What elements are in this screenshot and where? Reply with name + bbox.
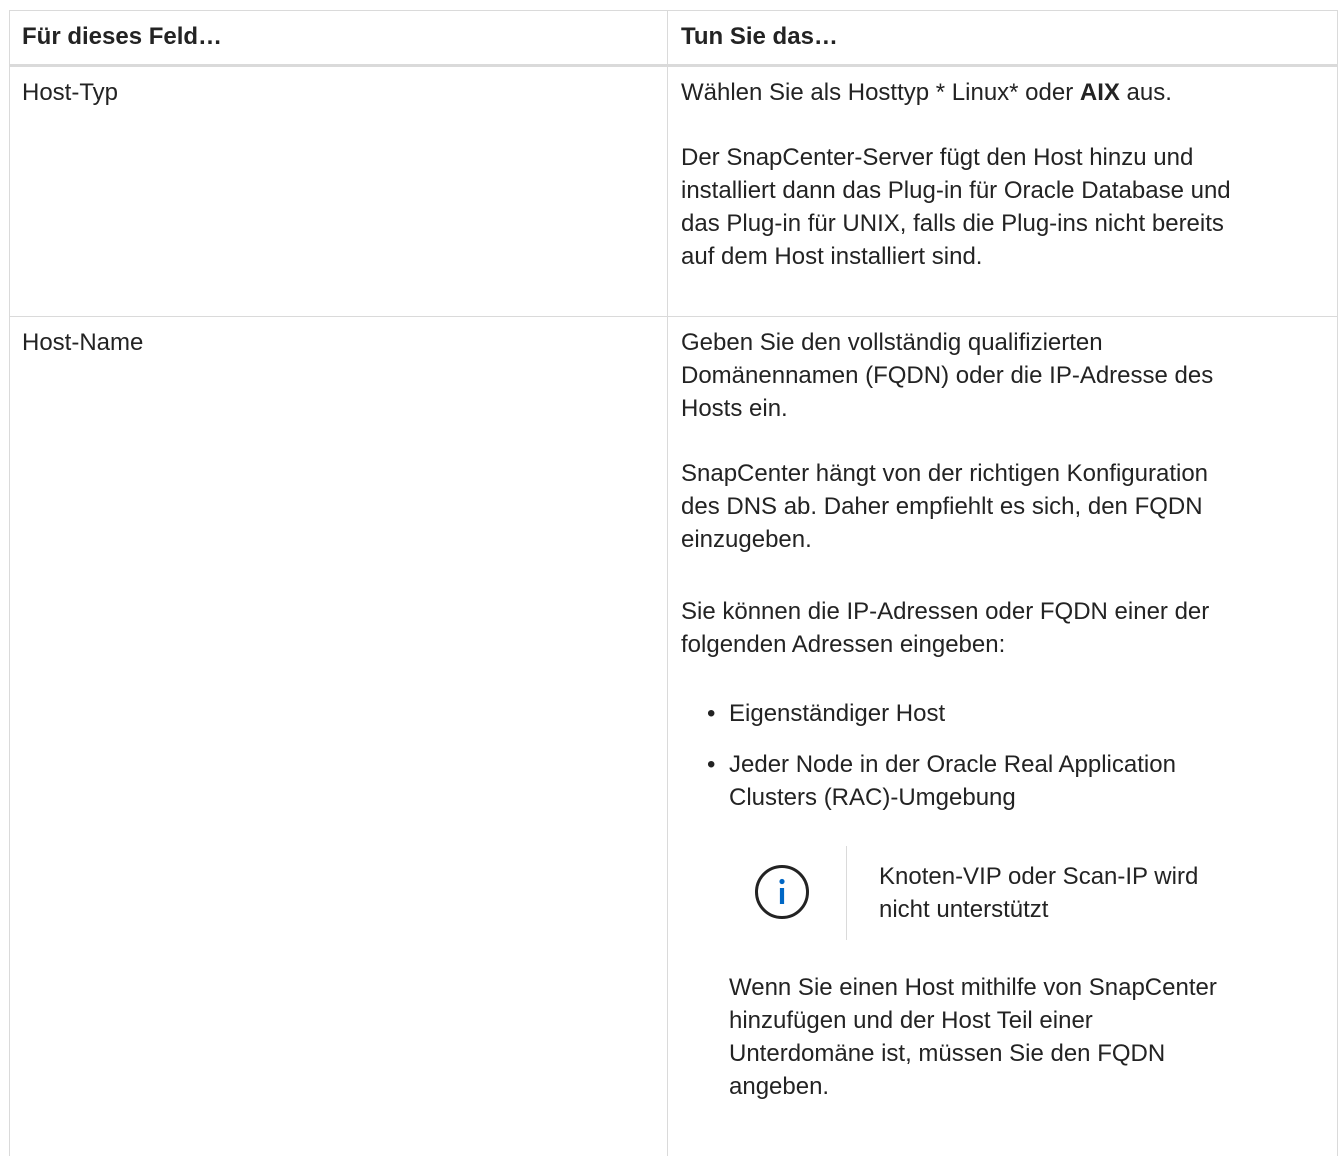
address-options-intro: Sie können die IP-Adressen oder FQDN ein… <box>681 595 1209 661</box>
header-separator <box>9 64 1338 67</box>
bullet-icon: • <box>707 751 716 778</box>
intro-line: Sie können die IP-Adressen oder FQDN ein… <box>681 598 1210 625</box>
explanation-line: Der SnapCenter-Server fügt den Host hinz… <box>681 144 1194 171</box>
list-item-text: Jeder Node in der Oracle Real Applicatio… <box>729 751 1176 778</box>
subdomain-line: Unterdomäne ist, müssen Sie den FQDN <box>729 1040 1166 1067</box>
row-separator <box>9 316 1338 317</box>
info-circle-icon <box>754 864 810 920</box>
explanation-line: auf dem Host installiert sind. <box>681 243 983 270</box>
note-line: nicht unterstützt <box>879 896 1049 923</box>
list-item-text: Eigenständiger Host <box>729 700 946 727</box>
subdomain-line: hinzufügen und der Host Teil einer <box>729 1007 1093 1034</box>
explanation-line: installiert dann das Plug-in für Oracle … <box>681 177 1231 204</box>
header-action-column: Tun Sie das… <box>681 23 838 50</box>
bullet-icon: • <box>707 700 716 727</box>
recommendation-line: SnapCenter hängt von der richtigen Konfi… <box>681 460 1209 487</box>
instruction-line: Domänennamen (FQDN) oder die IP-Adresse … <box>681 362 1214 389</box>
note-divider <box>846 846 847 940</box>
intro-line: folgenden Adressen eingeben: <box>681 631 1006 658</box>
host-type-explanation: Der SnapCenter-Server fügt den Host hinz… <box>681 141 1231 273</box>
fields-table: Für dieses Feld… Tun Sie das… Host-Typ W… <box>0 0 1338 1156</box>
list-item-text: Clusters (RAC)-Umgebung <box>729 784 1016 811</box>
table-top-border <box>9 10 1338 11</box>
explanation-line: das Plug-in für UNIX, falls die Plug-ins… <box>681 210 1224 237</box>
host-type-instruction-end: aus. <box>1119 79 1172 106</box>
table-left-border <box>9 10 10 1156</box>
field-host-name: Host-Name <box>22 329 144 356</box>
subdomain-line: angeben. <box>729 1073 830 1100</box>
column-separator <box>667 10 668 1156</box>
host-type-instruction: Wählen Sie als Hosttyp * Linux* oder AIX… <box>681 76 1172 109</box>
field-host-type: Host-Typ <box>22 79 119 106</box>
instruction-line: Hosts ein. <box>681 395 788 422</box>
recommendation-line: des DNS ab. Daher empfiehlt es sich, den… <box>681 493 1203 520</box>
subdomain-line: Wenn Sie einen Host mithilfe von SnapCen… <box>729 974 1217 1001</box>
recommendation-line: einzugeben. <box>681 526 812 553</box>
note-text: Knoten-VIP oder Scan-IP wird nicht unter… <box>879 860 1198 926</box>
dns-recommendation: SnapCenter hängt von der richtigen Konfi… <box>681 457 1208 556</box>
host-type-instruction-text: Wählen Sie als Hosttyp * Linux* oder <box>681 79 1080 106</box>
note-line: Knoten-VIP oder Scan-IP wird <box>879 863 1199 890</box>
host-name-instruction: Geben Sie den vollständig qualifizierten… <box>681 326 1213 425</box>
header-field-column: Für dieses Feld… <box>22 23 223 50</box>
instruction-line: Geben Sie den vollständig qualifizierten <box>681 329 1103 356</box>
host-type-aix: AIX <box>1079 79 1120 106</box>
subdomain-note: Wenn Sie einen Host mithilfe von SnapCen… <box>729 971 1217 1103</box>
